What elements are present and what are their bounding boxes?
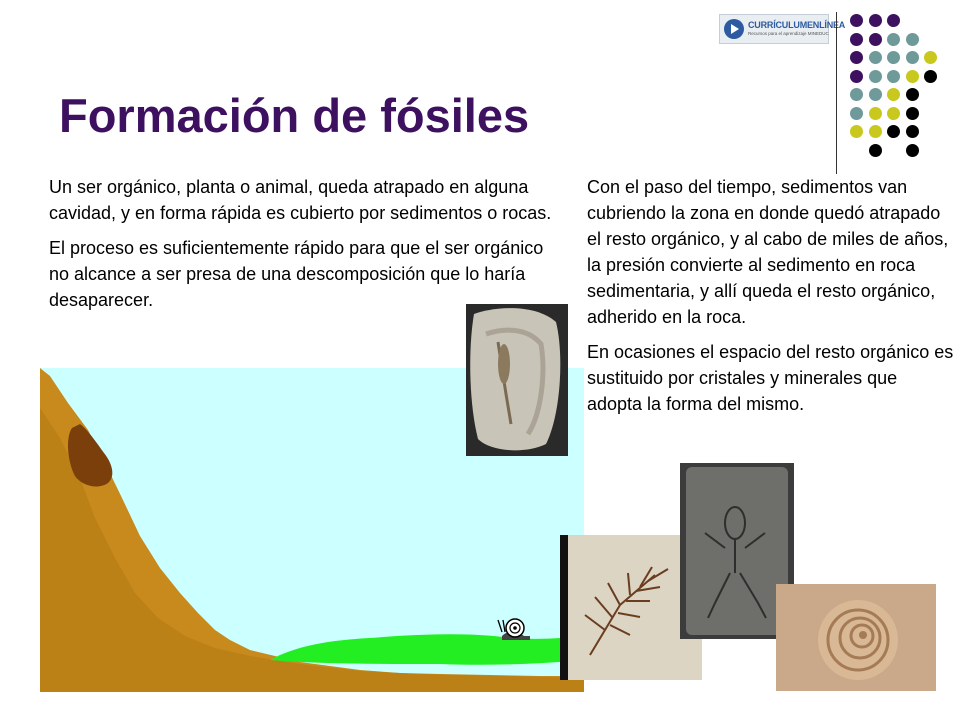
decorative-dot — [905, 32, 919, 46]
slide-title: Formación de fósiles — [59, 89, 530, 142]
right-text-column: Con el paso del tiempo, sedimentos van c… — [587, 174, 955, 426]
decorative-dot — [868, 51, 882, 64]
right-paragraph-2: En ocasiones el espacio del resto orgáni… — [587, 342, 954, 414]
decorative-dot — [850, 51, 863, 64]
decorative-dot — [905, 51, 919, 64]
decorative-dot — [905, 69, 919, 83]
decorative-dot — [868, 69, 882, 83]
left-text-column: Un ser orgánico, planta o animal, queda … — [49, 174, 564, 322]
curriculum-en-linea-logo: CURRÍCULUMENLÍNEA Recursos para el apren… — [719, 14, 845, 44]
decorative-dot — [850, 88, 863, 101]
decorative-dot — [887, 106, 900, 120]
crinoid-fossil-photo — [466, 304, 568, 456]
decorative-dot — [924, 69, 937, 83]
decorative-dot — [905, 106, 919, 120]
decorative-dot — [887, 51, 900, 64]
decorative-dot — [850, 106, 863, 120]
decorative-dot — [887, 14, 900, 27]
left-paragraph-1: Un ser orgánico, planta o animal, queda … — [49, 177, 552, 223]
logo-subtitle: Recursos para el aprendizaje MINEDUC — [748, 31, 829, 37]
decorative-vertical-line — [836, 12, 837, 174]
decorative-dot — [850, 14, 863, 27]
decorative-dot — [887, 88, 900, 101]
decorative-dot — [887, 125, 900, 138]
logo-name: CURRÍCULUMENLÍNEA — [748, 20, 846, 31]
decorative-dot — [868, 125, 882, 138]
decorative-dot — [905, 125, 919, 138]
decorative-dot — [924, 51, 937, 64]
decorative-dot — [887, 69, 900, 83]
decorative-dot — [868, 14, 882, 27]
right-paragraph-1: Con el paso del tiempo, sedimentos van c… — [587, 177, 949, 327]
decorative-dot — [850, 69, 863, 83]
decorative-dot — [868, 106, 882, 120]
decorative-dot — [850, 32, 863, 46]
decorative-dot — [887, 32, 900, 46]
play-icon — [724, 19, 744, 39]
decorative-dot — [868, 143, 882, 157]
decorative-dot — [905, 143, 919, 157]
decorative-dot — [905, 88, 919, 101]
ammonite-fossil-photo — [776, 584, 936, 691]
decorative-dot — [868, 88, 882, 101]
decorative-dot — [850, 125, 863, 138]
decorative-dot — [868, 32, 882, 46]
left-paragraph-2: El proceso es suficientemente rápido par… — [49, 238, 544, 310]
